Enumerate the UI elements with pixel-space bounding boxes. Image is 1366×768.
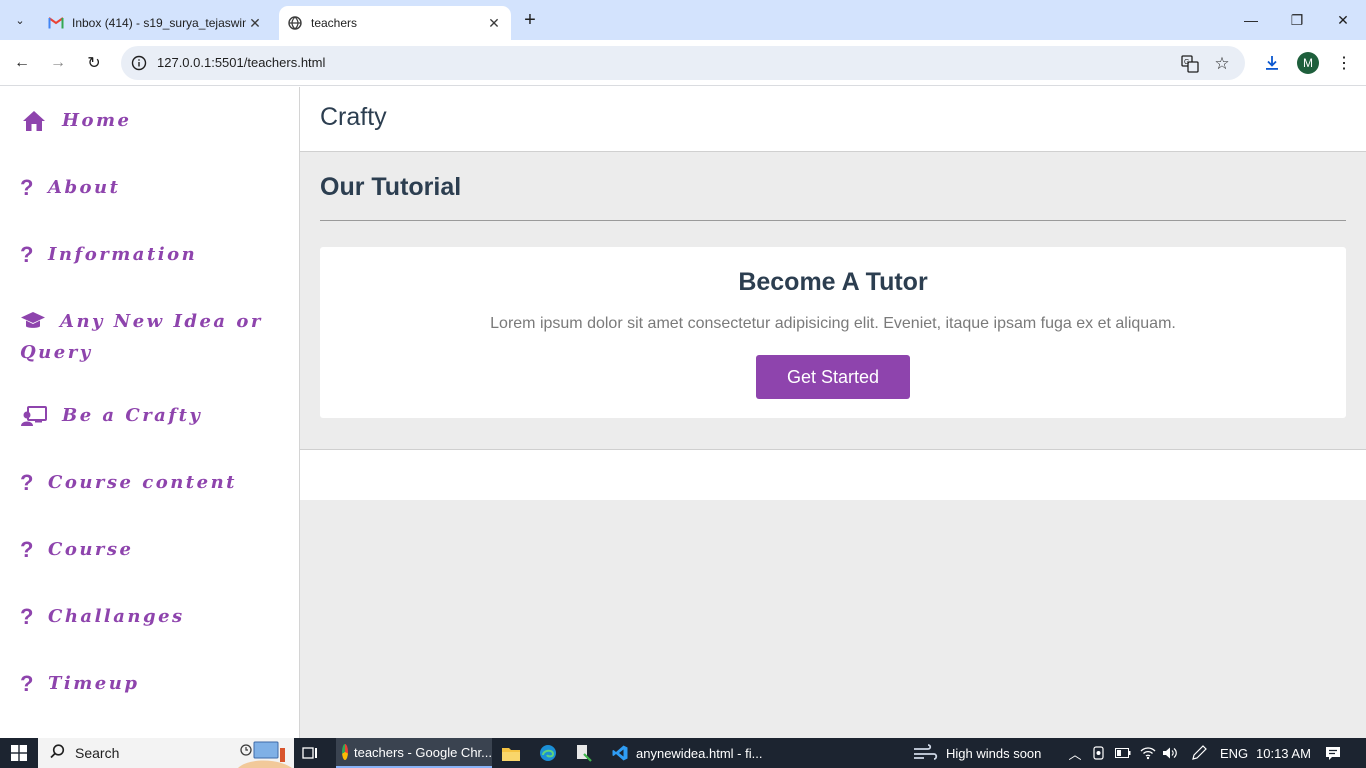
address-bar[interactable]: 127.0.0.1:5501/teachers.html G ☆ xyxy=(121,46,1245,80)
sidebar-item-challanges[interactable]: ? Challanges xyxy=(20,603,280,631)
sidebar-item-information[interactable]: ? Information xyxy=(20,241,280,269)
weather-text: High winds soon xyxy=(946,745,1042,761)
tutor-card: Become A Tutor Lorem ipsum dolor sit ame… xyxy=(320,247,1346,418)
language-indicator[interactable]: ENG xyxy=(1220,738,1248,768)
volume-icon[interactable] xyxy=(1161,738,1179,768)
taskbar-search[interactable]: Search xyxy=(38,738,294,768)
sidebar-item-label: Timeup xyxy=(48,673,140,694)
sticky-tools-icon[interactable] xyxy=(576,738,596,768)
restore-icon[interactable]: ❐ xyxy=(1274,0,1320,40)
search-icon xyxy=(50,743,65,763)
sidebar-item-label: Challanges xyxy=(48,606,185,627)
wind-icon xyxy=(912,744,938,762)
sidebar-item-label: Be a Crafty xyxy=(62,405,203,426)
footer xyxy=(300,449,1366,500)
meet-now-icon[interactable] xyxy=(1090,738,1108,768)
taskbar-app-chrome[interactable]: teachers - Google Chr... xyxy=(336,738,492,768)
taskbar-app-vscode[interactable]: anynewidea.html - fi... xyxy=(606,738,763,768)
main-content: Crafty Our Tutorial Become A Tutor Lorem… xyxy=(300,87,1366,738)
question-icon: ? xyxy=(20,470,34,495)
vscode-icon xyxy=(612,745,628,761)
site-info-icon[interactable] xyxy=(129,53,149,73)
sidebar: Home ? About ? Information Any New Idea … xyxy=(0,87,300,738)
download-icon[interactable] xyxy=(1258,49,1286,77)
question-icon: ? xyxy=(20,175,34,200)
sidebar-item-home[interactable]: Home xyxy=(20,107,280,135)
sidebar-item-course-content[interactable]: ? Course content xyxy=(20,469,280,497)
page-title: Our Tutorial xyxy=(320,173,462,201)
browser-tab-strip: ⌄ Inbox (414) - s19_surya_tejaswini ✕ te… xyxy=(0,0,1366,40)
tab-title: Inbox (414) - s19_surya_tejaswini xyxy=(72,16,246,30)
sidebar-item-course[interactable]: ? Course xyxy=(20,536,280,564)
weather-widget[interactable]: High winds soon xyxy=(912,738,1041,768)
taskbar-app-label: anynewidea.html - fi... xyxy=(636,745,763,761)
sidebar-item-label: Information xyxy=(48,244,198,265)
profile-avatar[interactable]: M xyxy=(1297,52,1319,74)
question-icon: ? xyxy=(20,242,34,267)
edge-icon[interactable] xyxy=(539,738,559,768)
divider xyxy=(320,220,1346,221)
windows-start-icon[interactable] xyxy=(0,738,38,768)
more-menu-icon[interactable]: ⋮ xyxy=(1330,49,1358,77)
sidebar-item-label: Course content xyxy=(48,472,237,493)
globe-icon xyxy=(287,15,303,31)
close-tab-icon[interactable]: ✕ xyxy=(485,14,503,32)
close-tab-icon[interactable]: ✕ xyxy=(246,14,264,32)
chrome-icon xyxy=(342,744,348,760)
top-header: Crafty xyxy=(300,87,1366,152)
brand-logo-text[interactable]: Crafty xyxy=(320,103,387,132)
task-view-icon[interactable] xyxy=(302,738,322,768)
wifi-icon[interactable] xyxy=(1139,738,1157,768)
battery-icon[interactable] xyxy=(1114,738,1132,768)
question-icon: ? xyxy=(20,604,34,629)
get-started-button[interactable]: Get Started xyxy=(756,355,910,399)
new-tab-plus-icon[interactable]: + xyxy=(518,8,542,32)
forward-arrow-icon[interactable]: → xyxy=(44,49,72,77)
svg-text:G: G xyxy=(1184,59,1189,66)
show-hidden-icons-chevron-icon[interactable]: ︿ xyxy=(1066,738,1084,768)
back-arrow-icon[interactable]: ← xyxy=(8,49,36,77)
sidebar-item-label: Home xyxy=(62,110,132,131)
tab-teachers[interactable]: teachers ✕ xyxy=(279,6,511,40)
taskbar: Search teachers - Google Chr... anynewid… xyxy=(0,738,1366,768)
question-icon: ? xyxy=(20,537,34,562)
chalkboard-teacher-icon xyxy=(20,402,48,430)
sidebar-item-be-a-crafty[interactable]: Be a Crafty xyxy=(20,402,280,430)
pen-input-icon[interactable] xyxy=(1190,738,1208,768)
question-icon: ? xyxy=(20,671,34,696)
tab-title: teachers xyxy=(311,16,358,30)
taskbar-app-label: teachers - Google Chr... xyxy=(353,744,492,760)
sidebar-item-label: Course xyxy=(48,539,134,560)
close-window-icon[interactable]: ✕ xyxy=(1320,0,1366,40)
reload-icon[interactable]: ↻ xyxy=(80,49,108,77)
sidebar-item-label: About xyxy=(48,177,121,198)
card-title: Become A Tutor xyxy=(738,268,928,296)
sidebar-item-about[interactable]: ? About xyxy=(20,174,280,202)
clock[interactable]: 10:13 AM xyxy=(1256,738,1311,768)
minimize-icon[interactable]: — xyxy=(1228,0,1274,40)
tab-inbox[interactable]: Inbox (414) - s19_surya_tejaswini ✕ xyxy=(40,6,272,40)
home-icon xyxy=(20,107,48,135)
bookmark-star-icon[interactable]: ☆ xyxy=(1211,53,1233,75)
sidebar-item-timeup[interactable]: ? Timeup xyxy=(20,670,280,698)
browser-toolbar: ← → ↻ 127.0.0.1:5501/teachers.html G ☆ M… xyxy=(0,40,1366,86)
translate-icon[interactable]: G xyxy=(1179,53,1201,75)
file-explorer-icon[interactable] xyxy=(502,738,522,768)
url-text[interactable]: 127.0.0.1:5501/teachers.html xyxy=(157,55,325,70)
sidebar-item-new-idea[interactable]: Any New Idea or Query xyxy=(20,308,280,366)
search-highlight-illustration-icon xyxy=(238,740,292,768)
notifications-icon[interactable] xyxy=(1324,738,1342,768)
search-placeholder: Search xyxy=(75,745,120,761)
card-description: Lorem ipsum dolor sit amet consectetur a… xyxy=(490,315,1176,332)
gmail-icon xyxy=(48,15,64,31)
tab-search-chevron-icon[interactable]: ⌄ xyxy=(8,8,32,32)
graduation-cap-icon xyxy=(20,311,60,339)
